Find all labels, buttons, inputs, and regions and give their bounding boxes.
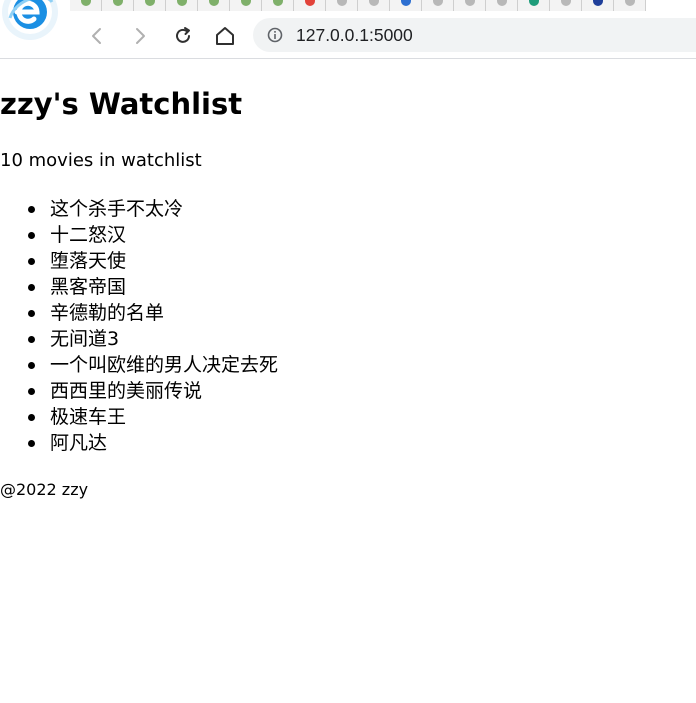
- browser-tab[interactable]: [422, 0, 454, 11]
- bullet-icon: [28, 258, 35, 265]
- browser-tab[interactable]: [550, 0, 582, 11]
- tab-favicon-icon: [369, 0, 379, 6]
- reload-icon: [176, 27, 190, 43]
- bullet-icon: [28, 206, 35, 213]
- bullet-icon: [28, 310, 35, 317]
- url-text[interactable]: 127.0.0.1:5000: [296, 24, 413, 46]
- list-item: 堕落天使: [0, 248, 278, 274]
- tab-favicon-icon: [561, 0, 571, 6]
- browser-tab[interactable]: [230, 0, 262, 11]
- bullet-icon: [28, 388, 35, 395]
- movie-title: 黑客帝国: [50, 276, 127, 298]
- movie-title: 堕落天使: [50, 250, 127, 272]
- tab-favicon-icon: [497, 0, 507, 6]
- tab-favicon-icon: [337, 0, 347, 6]
- tab-strip: [70, 0, 696, 11]
- tab-favicon-icon: [305, 0, 315, 6]
- tab-favicon-icon: [145, 0, 155, 6]
- tab-favicon-icon: [209, 0, 219, 6]
- tab-favicon-icon: [241, 0, 251, 6]
- tab-favicon-icon: [113, 0, 123, 6]
- list-item: 无间道3: [0, 326, 278, 352]
- bullet-icon: [28, 414, 35, 421]
- bullet-icon: [28, 284, 35, 291]
- arrow-left-icon: [92, 28, 101, 44]
- list-item: 黑客帝国: [0, 274, 278, 300]
- bullet-icon: [28, 336, 35, 343]
- movie-title: 无间道3: [50, 328, 120, 350]
- browser-tab[interactable]: [454, 0, 486, 11]
- browser-tab[interactable]: [390, 0, 422, 11]
- movie-title: 西西里的美丽传说: [50, 380, 203, 402]
- page-content: zzy's Watchlist 10 movies in watchlist 这…: [0, 59, 696, 703]
- movie-title: 这个杀手不太冷: [50, 198, 184, 220]
- tab-favicon-icon: [273, 0, 283, 6]
- back-button[interactable]: [83, 23, 111, 49]
- movie-count: 10 movies in watchlist: [0, 150, 202, 171]
- tab-favicon-icon: [625, 0, 635, 6]
- browser-tab[interactable]: [518, 0, 550, 11]
- browser-tab[interactable]: [294, 0, 326, 11]
- movie-list: 这个杀手不太冷 十二怒汉堕落天使黑客帝国辛德勒的名单 无间道3 一个叫欧维的男人决定去…: [0, 196, 278, 456]
- browser-tab[interactable]: [358, 0, 390, 11]
- browser-tab[interactable]: [486, 0, 518, 11]
- browser-tab[interactable]: [198, 0, 230, 11]
- browser-tab[interactable]: [582, 0, 614, 11]
- movie-title: 十二怒汉: [50, 224, 127, 246]
- tab-favicon-icon: [465, 0, 475, 6]
- browser-tab[interactable]: [262, 0, 294, 11]
- browser-tab[interactable]: [134, 0, 166, 11]
- tab-favicon-icon: [433, 0, 443, 6]
- home-icon: [216, 27, 234, 45]
- tab-favicon-icon: [401, 0, 411, 6]
- list-item: 辛德勒的名单: [0, 300, 278, 326]
- page-footer: @2022 zzy: [0, 480, 89, 499]
- list-item: 这个杀手不太冷: [0, 196, 278, 222]
- tab-favicon-icon: [81, 0, 91, 6]
- tab-favicon-icon: [529, 0, 539, 6]
- forward-button[interactable]: [126, 23, 154, 49]
- tab-favicon-icon: [177, 0, 187, 6]
- movie-title: 一个叫欧维的男人决定去死: [50, 354, 279, 376]
- page-title: zzy's Watchlist: [0, 87, 243, 121]
- browser-tab[interactable]: [326, 0, 358, 11]
- browser-tab[interactable]: [166, 0, 198, 11]
- bullet-icon: [28, 440, 35, 447]
- browser-logo-icon: [2, 0, 58, 40]
- browser-tab[interactable]: [102, 0, 134, 11]
- movie-title: 辛德勒的名单: [50, 302, 165, 324]
- tab-favicon-icon: [593, 0, 603, 6]
- browser-tab[interactable]: [614, 0, 646, 11]
- info-icon[interactable]: [267, 27, 283, 43]
- list-item: 一个叫欧维的男人决定去死: [0, 352, 278, 378]
- movie-title: 阿凡达: [50, 432, 108, 454]
- list-item: 阿凡达: [0, 430, 278, 456]
- list-item: 极速车王: [0, 404, 278, 430]
- bullet-icon: [28, 362, 35, 369]
- list-item: 西西里的美丽传说: [0, 378, 278, 404]
- reload-button[interactable]: [169, 23, 197, 49]
- arrow-right-icon: [136, 28, 145, 44]
- home-button[interactable]: [211, 23, 239, 49]
- movie-title: 极速车王: [50, 406, 127, 428]
- bullet-icon: [28, 232, 35, 239]
- browser-toolbar: 127.0.0.1:5000: [0, 0, 696, 60]
- list-item: 十二怒汉: [0, 222, 278, 248]
- browser-tab[interactable]: [70, 0, 102, 11]
